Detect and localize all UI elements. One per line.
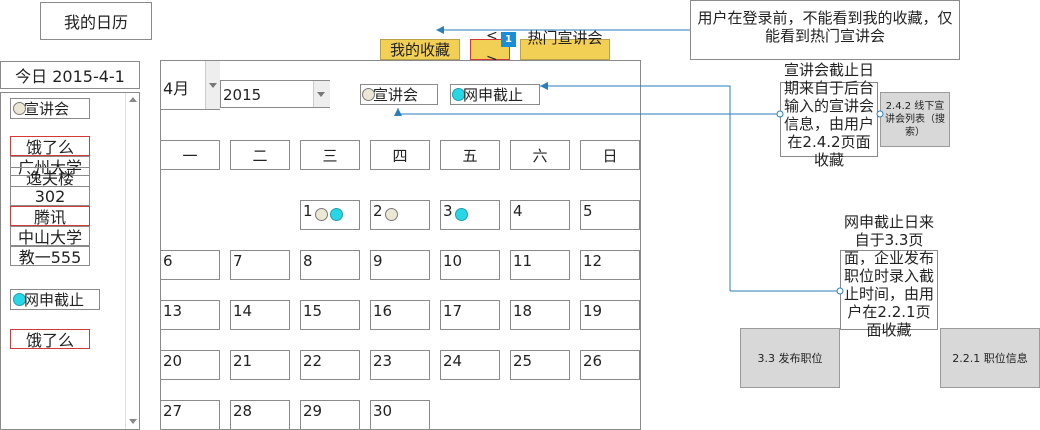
talk-source-arrow xyxy=(397,108,780,115)
deadline-source-arrow xyxy=(540,85,731,291)
arrowhead-icon xyxy=(540,82,548,90)
connector-node-icon xyxy=(876,110,884,118)
connector-arrows xyxy=(394,26,884,295)
arrowhead-icon xyxy=(394,108,402,116)
connector-node-icon xyxy=(776,110,784,118)
arrowhead-icon xyxy=(436,26,444,34)
connector-node-icon xyxy=(836,287,844,295)
